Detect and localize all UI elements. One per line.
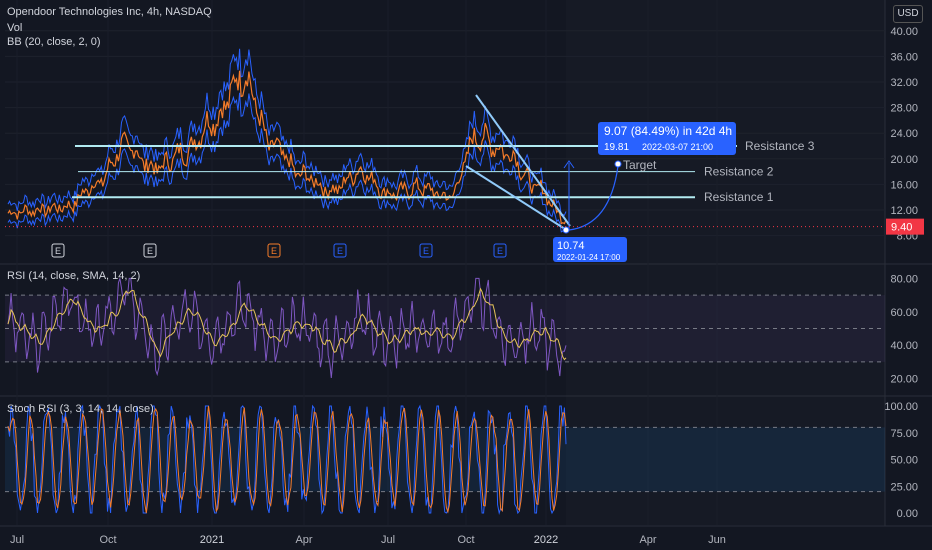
target-label: Target	[623, 158, 657, 172]
price-tick-label: 28.00	[890, 103, 918, 115]
measure-time-text: 2022-03-07 21:00	[642, 142, 713, 152]
rsi-tick-label: 40.00	[890, 340, 918, 352]
last-price-text: 9.40	[891, 222, 912, 234]
stoch-band-fill	[5, 427, 885, 492]
price-tick-label: 12.00	[890, 205, 918, 217]
rsi-tick-label: 80.00	[890, 273, 918, 285]
time-tick-label: Oct	[457, 534, 474, 546]
time-tick-label: Apr	[295, 534, 312, 546]
rsi-tick-label: 60.00	[890, 307, 918, 319]
stoch-tick-label: 0.00	[897, 508, 918, 520]
time-tick-label: 2022	[534, 534, 558, 546]
rsi-tick-label: 20.00	[890, 374, 918, 386]
price-tick-label: 20.00	[890, 154, 918, 166]
earnings-marker-letter: E	[337, 246, 343, 256]
price-tick-label: 24.00	[890, 128, 918, 140]
time-tick-label: Jul	[381, 534, 395, 546]
price-tick-label: 16.00	[890, 179, 918, 191]
chart-title: Opendoor Technologies Inc, 4h, NASDAQ	[7, 6, 212, 18]
bb-indicator-label[interactable]: BB (20, close, 2, 0)	[7, 36, 101, 48]
time-tick-label: Jun	[708, 534, 726, 546]
stoch-tick-label: 50.00	[890, 455, 918, 467]
earnings-marker-letter: E	[271, 246, 277, 256]
time-tick-label: Jul	[10, 534, 24, 546]
time-tick-label: 2021	[200, 534, 224, 546]
time-tick-label: Oct	[99, 534, 116, 546]
measure-price-text: 19.81	[604, 142, 629, 153]
stoch-tick-label: 25.00	[890, 481, 918, 493]
rsi-indicator-label[interactable]: RSI (14, close, SMA, 14, 2)	[7, 270, 140, 282]
resistance-label: Resistance 3	[745, 139, 815, 153]
time-tick-label: Apr	[639, 534, 656, 546]
stoch-tick-label: 100.00	[884, 401, 918, 413]
low-point	[562, 226, 570, 234]
price-tick-label: 36.00	[890, 51, 918, 63]
measure-change-text: 9.07 (84.49%) in 42d 4h	[604, 124, 732, 138]
resistance-label: Resistance 1	[704, 190, 774, 204]
target-point	[614, 160, 622, 168]
earnings-marker-letter: E	[423, 246, 429, 256]
price-tick-label: 32.00	[890, 77, 918, 89]
earnings-marker-letter: E	[55, 246, 61, 256]
currency-badge[interactable]: USD	[893, 5, 923, 23]
stoch-tick-label: 75.00	[890, 428, 918, 440]
price-tick-label: 40.00	[890, 26, 918, 38]
resistance-label: Resistance 2	[704, 165, 774, 179]
low-time-text: 2022-01-24 17:00	[557, 253, 621, 262]
earnings-marker-letter: E	[497, 246, 503, 256]
vol-indicator-label[interactable]: Vol	[7, 22, 22, 34]
low-value-text: 10.74	[557, 240, 585, 252]
stoch-indicator-label[interactable]: Stoch RSI (3, 3, 14, 14, close)	[7, 403, 154, 415]
earnings-marker-letter: E	[147, 246, 153, 256]
